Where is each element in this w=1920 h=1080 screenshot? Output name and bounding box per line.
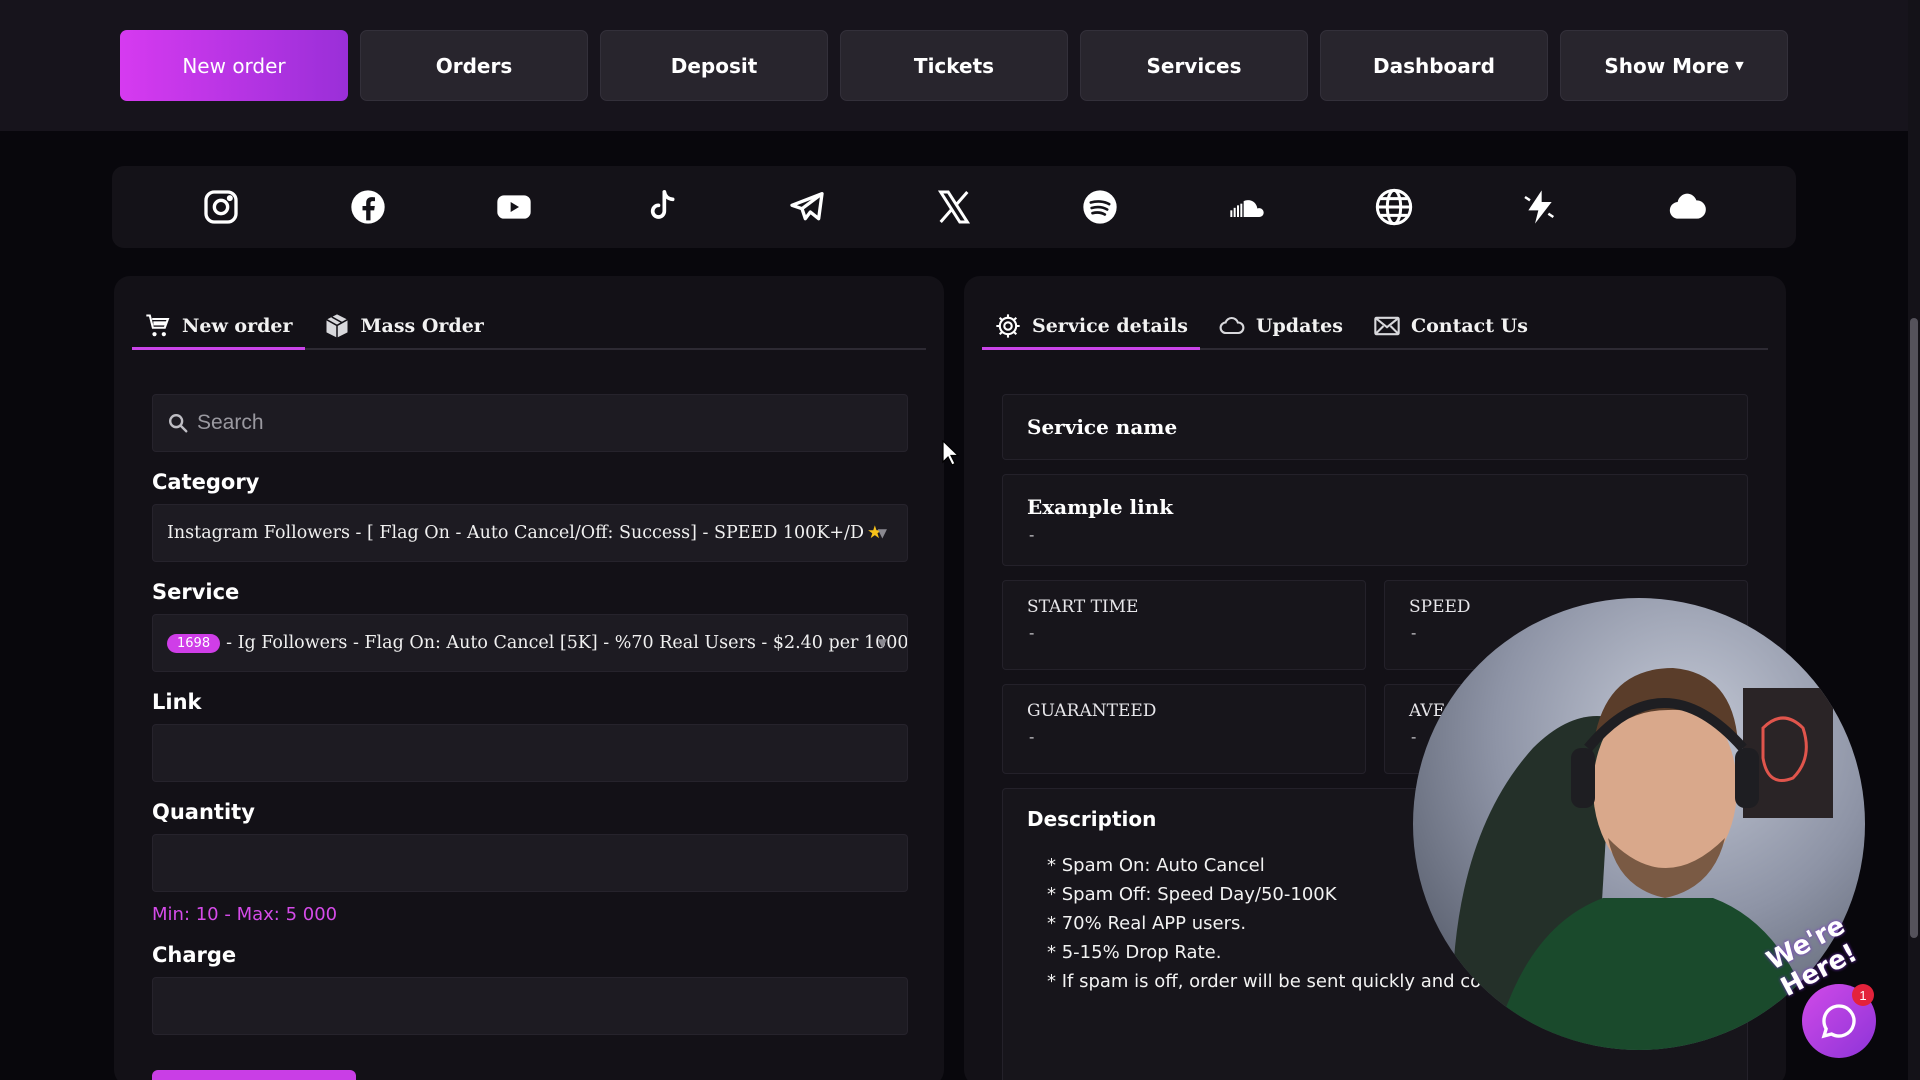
telegram-icon[interactable] [785, 185, 829, 229]
start-time-label: START TIME [1027, 597, 1139, 617]
service-value: - Ig Followers - Flag On: Auto Cancel [5… [226, 633, 908, 653]
service-name-box: Service name [1002, 394, 1748, 460]
charge-field [152, 977, 908, 1035]
nav-new-order-button[interactable]: New order [120, 30, 348, 101]
soundcloud-icon[interactable] [1225, 185, 1269, 229]
start-time-box: START TIME - [1002, 580, 1366, 670]
submit-button[interactable] [152, 1070, 356, 1080]
tab-service-details[interactable]: Service details [982, 304, 1200, 350]
service-label: Service [152, 580, 240, 604]
tab-new-order[interactable]: New order [132, 304, 305, 350]
cart-icon [146, 314, 170, 337]
nav-orders-button[interactable]: Orders [360, 30, 588, 101]
example-link-label: Example link [1027, 495, 1174, 519]
youtube-icon[interactable] [492, 185, 536, 229]
category-value: Instagram Followers - [ Flag On - Auto C… [167, 523, 864, 543]
tab-updates-label: Updates [1255, 315, 1343, 337]
envelope-icon [1374, 316, 1400, 336]
tiktok-icon[interactable] [639, 185, 683, 229]
instagram-icon[interactable] [199, 185, 243, 229]
example-link-value: - [1029, 527, 1035, 544]
category-label: Category [152, 470, 260, 494]
spotify-icon[interactable] [1078, 185, 1122, 229]
tab-new-order-label: New order [182, 315, 293, 337]
nav-show-more-button[interactable]: Show More ▼ [1560, 30, 1788, 101]
details-tabs: Service details Updates Contact Us [982, 304, 1768, 350]
scrollbar-thumb[interactable] [1910, 318, 1918, 938]
box-icon [325, 314, 348, 338]
nav-tickets-button[interactable]: Tickets [840, 30, 1068, 101]
mouse-cursor-icon [942, 440, 960, 466]
tab-mass-order-label: Mass Order [360, 315, 484, 337]
guaranteed-label: GUARANTEED [1027, 701, 1157, 721]
social-platform-filter [112, 166, 1796, 248]
link-input[interactable] [152, 724, 908, 782]
start-time-value: - [1029, 625, 1035, 642]
service-select[interactable]: 1698 - Ig Followers - Flag On: Auto Canc… [152, 614, 908, 672]
nav-deposit-button[interactable]: Deposit [600, 30, 828, 101]
charge-label: Charge [152, 943, 237, 967]
tab-service-details-label: Service details [1032, 315, 1188, 337]
category-select[interactable]: Instagram Followers - [ Flag On - Auto C… [152, 504, 908, 562]
x-icon[interactable] [932, 185, 976, 229]
link-label: Link [152, 690, 202, 714]
chat-bubble-icon [1821, 1004, 1856, 1039]
caret-down-icon: ▼ [1735, 59, 1744, 72]
globe-icon[interactable] [1372, 185, 1416, 229]
order-tabs: New order Mass Order [132, 304, 926, 350]
gear-icon [996, 314, 1020, 338]
cloud-icon [1219, 316, 1245, 335]
facebook-icon[interactable] [346, 185, 390, 229]
service-id-badge: 1698 [167, 633, 221, 653]
dropdown-arrow-icon: ▼ [877, 636, 887, 650]
nav-services-button[interactable]: Services [1080, 30, 1308, 101]
guaranteed-value: - [1029, 729, 1035, 746]
quantity-label: Quantity [152, 800, 255, 824]
dropdown-arrow-icon: ▼ [877, 526, 887, 540]
tab-contact-us[interactable]: Contact Us [1361, 304, 1540, 348]
show-more-label: Show More [1604, 53, 1730, 78]
nav-dashboard-button[interactable]: Dashboard [1320, 30, 1548, 101]
bolt-icon[interactable] [1518, 185, 1562, 229]
top-navigation-bar: New order Orders Deposit Tickets Service… [0, 0, 1908, 131]
cloud-icon[interactable] [1665, 185, 1709, 229]
service-name-label: Service name [1027, 415, 1178, 439]
tab-contact-us-label: Contact Us [1410, 315, 1528, 337]
tab-updates[interactable]: Updates [1206, 304, 1355, 348]
new-order-panel: New order Mass Order Search Category Ins… [114, 276, 944, 1080]
guaranteed-box: GUARANTEED - [1002, 684, 1366, 774]
tab-mass-order[interactable]: Mass Order [311, 304, 496, 348]
chat-unread-badge: 1 [1852, 984, 1874, 1006]
example-link-box: Example link - [1002, 474, 1748, 566]
quantity-limits: Min: 10 - Max: 5 000 [152, 904, 338, 925]
search-input[interactable]: Search [152, 394, 908, 452]
search-icon [169, 414, 188, 433]
order-form: Search Category Instagram Followers - [ … [152, 394, 908, 1035]
quantity-input[interactable] [152, 834, 908, 892]
search-placeholder: Search [197, 411, 264, 434]
main-nav: New order Orders Deposit Tickets Service… [120, 30, 1788, 101]
